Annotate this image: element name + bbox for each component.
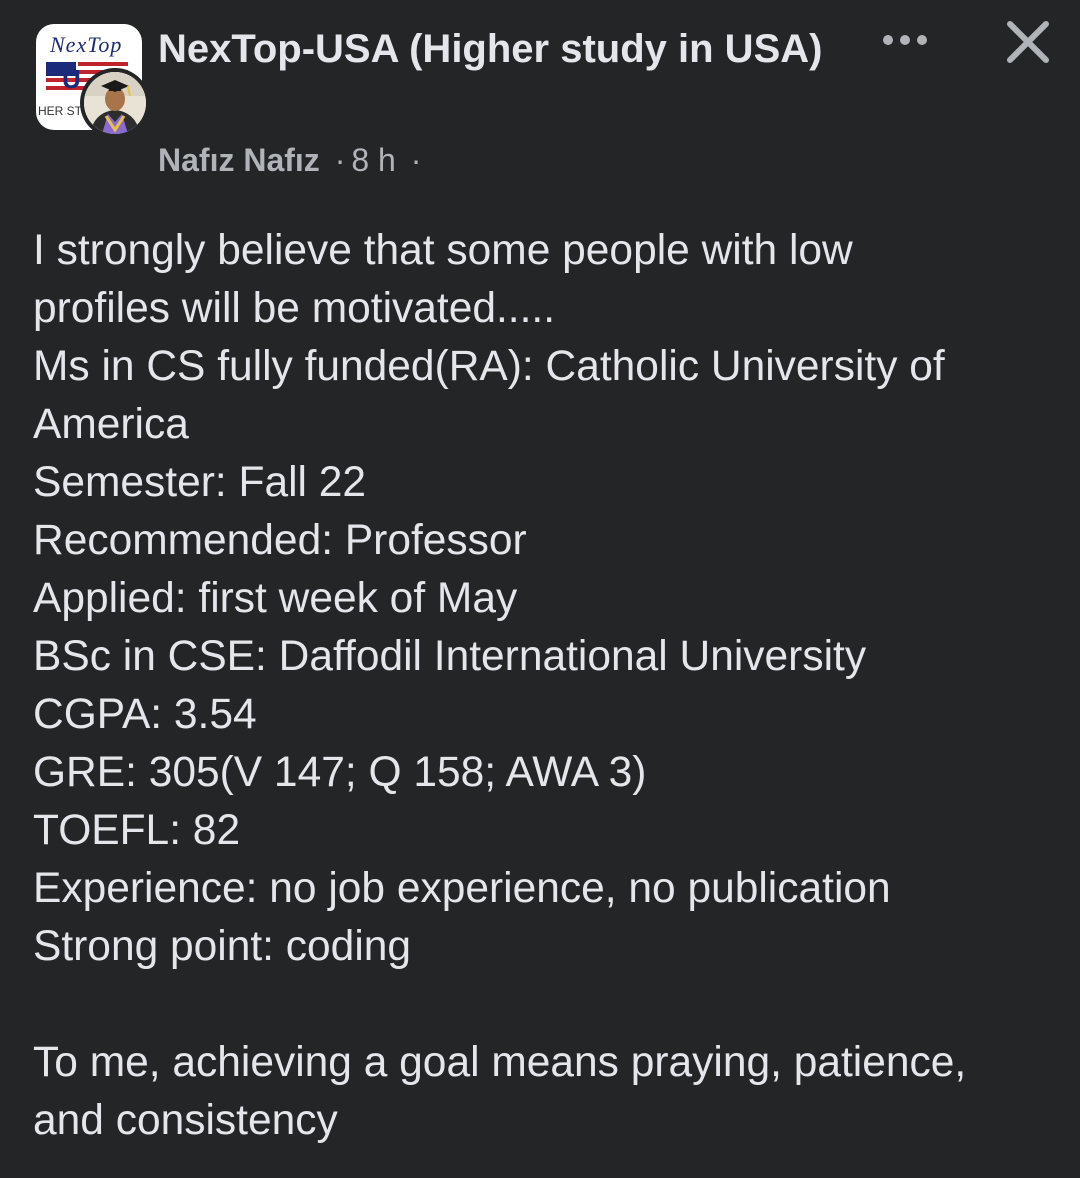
post-body-line: Applied: first week of May [33, 575, 518, 622]
close-icon [1007, 21, 1049, 63]
group-logo-subtext: HER ST [38, 104, 83, 118]
post-closing-line: To me, achieving a goal means praying, p… [33, 1039, 967, 1086]
post-body: I strongly believe that some people with… [33, 222, 1053, 1150]
meta-separator: · [334, 142, 346, 178]
close-button[interactable] [1000, 14, 1056, 70]
post-body-line: profiles will be motivated..... [33, 285, 556, 332]
post-body-line: America [33, 401, 189, 448]
post-header: NexTop U HER ST NexTop-USA (Higher study… [0, 0, 1080, 200]
post-body-line: TOEFL: 82 [33, 807, 241, 854]
post-meta: Nafız Nafız · 8 h · [158, 140, 427, 180]
post-body-line: Recommended: Professor [33, 517, 527, 564]
meta-trailing-separator: · [410, 142, 422, 178]
post-body-line: Strong point: coding [33, 923, 412, 970]
group-logo-text: NexTop [50, 32, 123, 57]
post-body-line: I strongly believe that some people with… [33, 227, 853, 274]
post-body-line: Ms in CS fully funded(RA): Catholic Univ… [33, 343, 945, 390]
author-photo-icon [84, 72, 146, 134]
post-body-line: BSc in CSE: Daffodil International Unive… [33, 633, 867, 680]
author-name[interactable]: Nafız Nafız [158, 142, 320, 178]
post-closing-line: and consistency [33, 1097, 338, 1144]
post-body-line: GRE: 305(V 147; Q 158; AWA 3) [33, 749, 647, 796]
author-avatar[interactable] [80, 68, 150, 138]
more-horizontal-icon [883, 35, 927, 45]
group-name[interactable]: NexTop-USA (Higher study in USA) [158, 22, 858, 76]
post-body-line: CGPA: 3.54 [33, 691, 257, 738]
author-photo [84, 72, 146, 134]
post-body-line: Semester: Fall 22 [33, 459, 367, 506]
more-options-button[interactable] [878, 24, 934, 60]
post-body-line: Experience: no job experience, no public… [33, 865, 891, 912]
svg-text:U: U [62, 64, 81, 94]
post-time[interactable]: 8 h [351, 142, 395, 178]
